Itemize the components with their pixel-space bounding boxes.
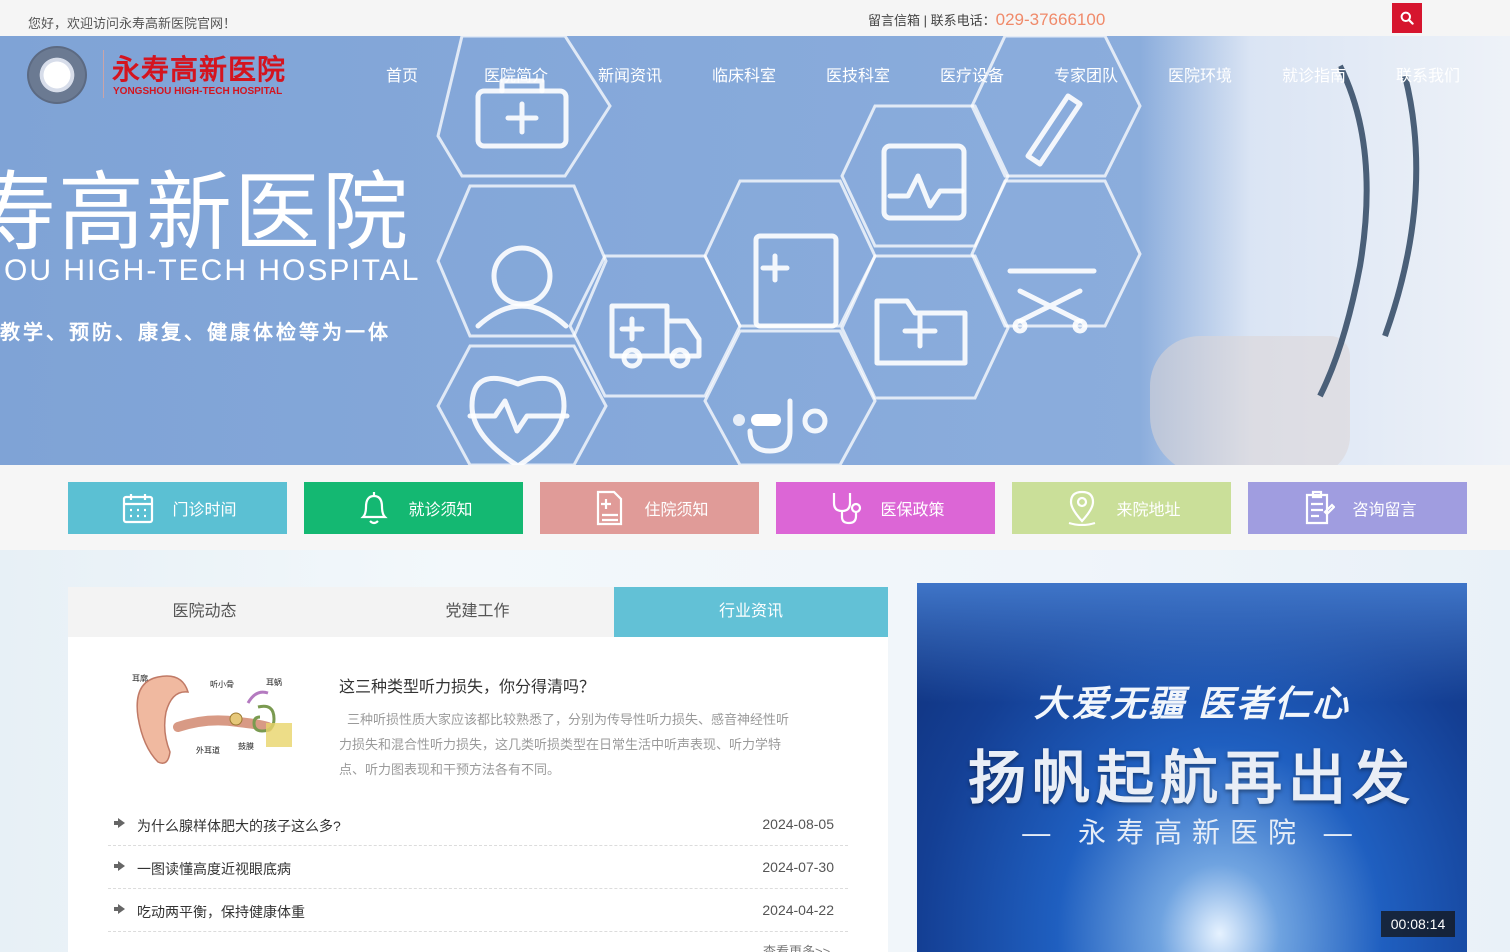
stethoscope-icon: [826, 488, 866, 528]
nav-item-clinical[interactable]: 临床科室: [687, 62, 801, 86]
quick-link-insurance[interactable]: 医保政策: [776, 482, 995, 534]
news-list-item[interactable]: 吃动两平衡，保持健康体重 2024-04-22: [108, 889, 848, 932]
nav-item-news[interactable]: 新闻资讯: [573, 62, 687, 86]
video-title: 扬帆起航再出发: [967, 746, 1416, 811]
phone-number: 029-37666100: [995, 10, 1106, 29]
quick-link-label: 就诊须知: [408, 502, 473, 519]
video-duration: 00:08:14: [1381, 911, 1455, 937]
slide-dot-2[interactable]: [751, 414, 781, 426]
logo-name-cn: 永寿高新医院: [112, 54, 287, 85]
tab-hospital-news[interactable]: 医院动态: [68, 587, 341, 637]
ear-label-canal: 外耳道: [196, 745, 220, 755]
video-headline: 大爱无疆 医者仁心: [1033, 683, 1350, 724]
nav-item-equipment[interactable]: 医疗设备: [915, 62, 1029, 86]
hero-subtitle-en: OU HIGH-TECH HOSPITAL: [4, 254, 421, 287]
featured-article[interactable]: 耳廓 听小骨 耳蜗 外耳道 鼓膜 这三种类型听力损失，你分得清吗？ 三种听损性质…: [118, 657, 838, 787]
ear-label-eardrum: 鼓膜: [238, 741, 254, 751]
quick-link-clinic-hours[interactable]: 门诊时间: [68, 482, 287, 534]
logo-divider: [103, 50, 104, 98]
tab-party-work[interactable]: 党建工作: [341, 587, 614, 637]
quick-link-address[interactable]: 来院地址: [1012, 482, 1231, 534]
featured-article-title[interactable]: 这三种类型听力损失，你分得清吗？: [339, 673, 595, 697]
contact-label[interactable]: 留言信箱 | 联系电话：: [868, 13, 996, 28]
news-item-title[interactable]: 吃动两平衡，保持健康体重: [137, 902, 305, 922]
news-item-title[interactable]: 一图读懂高度近视眼底病: [137, 859, 291, 879]
view-more-link[interactable]: 查看更多>>: [763, 941, 830, 952]
nav-item-contact[interactable]: 联系我们: [1371, 62, 1485, 86]
news-item-date: 2024-04-22: [762, 902, 834, 918]
news-list-item[interactable]: 为什么腺样体肥大的孩子这么多? 2024-08-05: [108, 803, 848, 846]
location-icon: [1062, 488, 1102, 528]
nav-item-environment[interactable]: 医院环境: [1143, 62, 1257, 86]
nav-item-home[interactable]: 首页: [345, 62, 459, 86]
news-panel: 医院动态 党建工作 行业资讯 耳廓 听小骨 耳蜗 外耳道 鼓膜 这三种类型听力损…: [68, 587, 888, 952]
clipboard-icon: [1298, 488, 1338, 528]
quick-links-bar: 门诊时间 就诊须知 住院须知 医保政策 来院地址 咨询留言: [0, 465, 1510, 550]
news-tabs: 医院动态 党建工作 行业资讯: [68, 587, 888, 637]
quick-link-inpatient-notice[interactable]: 住院须知: [540, 482, 759, 534]
slide-dot-1[interactable]: [733, 414, 745, 426]
hero-title: 寿高新医院: [0, 163, 410, 263]
hero-slogan: 教学、预防、康复、健康体检等为一体: [0, 322, 391, 344]
promo-video-player[interactable]: 大爱无疆 医者仁心 扬帆起航再出发 — 永寿高新医院 — 00:08:14: [917, 583, 1467, 952]
news-item-date: 2024-07-30: [762, 859, 834, 875]
news-list-item[interactable]: 一图读懂高度近视眼底病 2024-07-30: [108, 846, 848, 889]
contact-info: 留言信箱 | 联系电话：029-37666100: [868, 10, 1105, 30]
news-item-title[interactable]: 为什么腺样体肥大的孩子这么多?: [137, 816, 341, 836]
featured-article-summary: 三种听损性质大家应该都比较熟悉了，分别为传导性听力损失、感音神经性听力损失和混合…: [339, 712, 790, 777]
hospital-doc-icon: [590, 488, 630, 528]
top-bar: 您好，欢迎访问永寿高新医院官网！ 留言信箱 | 联系电话：029-3766610…: [0, 0, 1510, 36]
quick-link-consult[interactable]: 咨询留言: [1248, 482, 1467, 534]
ear-label-ossicles: 听小骨: [210, 680, 234, 689]
nav-item-guide[interactable]: 就诊指南: [1257, 62, 1371, 86]
logo-emblem-icon: [27, 46, 87, 104]
nav-item-about[interactable]: 医院简介: [459, 62, 573, 86]
nav-item-experts[interactable]: 专家团队: [1029, 62, 1143, 86]
news-list: 为什么腺样体肥大的孩子这么多? 2024-08-05 一图读懂高度近视眼底病 2…: [108, 803, 848, 932]
arrow-right-icon: [114, 861, 125, 871]
hospital-logo[interactable]: 永寿高新医院 YONGSHOU HIGH-TECH HOSPITAL: [27, 46, 287, 104]
quick-link-label: 医保政策: [880, 502, 945, 519]
quick-link-label: 门诊时间: [172, 502, 237, 519]
calendar-icon: [118, 488, 158, 528]
news-item-date: 2024-08-05: [762, 816, 834, 832]
quick-link-label: 咨询留言: [1352, 502, 1417, 519]
video-hospital-name: — 永寿高新医院 —: [1022, 817, 1362, 848]
arrow-right-icon: [114, 904, 125, 914]
main-nav: 首页 医院简介 新闻资讯 临床科室 医技科室 医疗设备 专家团队 医院环境 就诊…: [345, 62, 1485, 86]
welcome-text: 您好，欢迎访问永寿高新医院官网！: [28, 16, 237, 31]
nav-item-medtech[interactable]: 医技科室: [801, 62, 915, 86]
tab-industry-news[interactable]: 行业资讯: [614, 587, 888, 637]
search-icon: [1400, 11, 1414, 25]
ear-anatomy-image[interactable]: 耳廓 听小骨 耳蜗 外耳道 鼓膜: [118, 657, 298, 767]
ear-label-pinna: 耳廓: [132, 673, 148, 683]
search-button[interactable]: [1392, 3, 1422, 33]
quick-link-label: 住院须知: [644, 502, 709, 519]
ear-label-cochlea: 耳蜗: [266, 677, 282, 687]
arrow-right-icon: [114, 818, 125, 828]
slide-indicators: [733, 414, 781, 426]
quick-link-label: 来院地址: [1116, 502, 1181, 519]
bell-icon: [354, 488, 394, 528]
logo-name-en: YONGSHOU HIGH-TECH HOSPITAL: [113, 86, 283, 97]
quick-link-visit-notice[interactable]: 就诊须知: [304, 482, 523, 534]
